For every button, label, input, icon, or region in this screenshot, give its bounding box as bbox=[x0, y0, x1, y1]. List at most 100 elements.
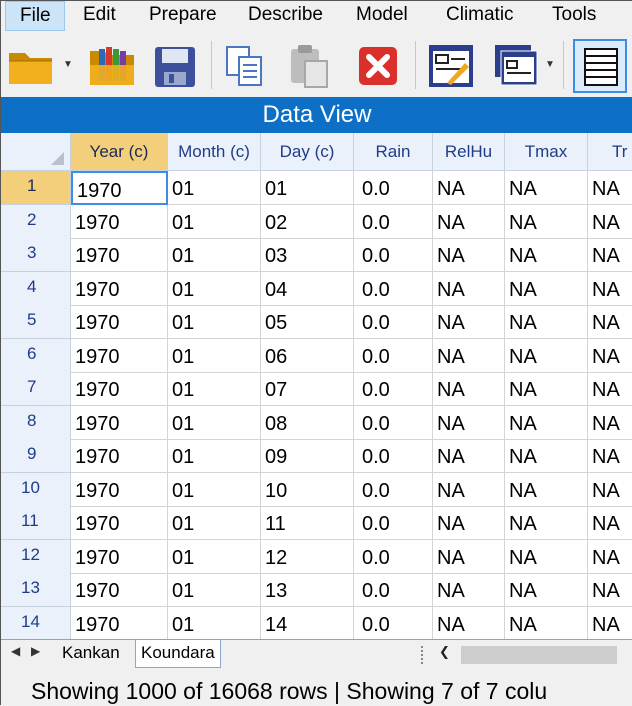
row-header[interactable]: 1 bbox=[1, 171, 71, 205]
table-cell[interactable]: 1970 bbox=[71, 338, 168, 373]
table-cell[interactable]: NA bbox=[588, 607, 632, 640]
table-cell[interactable]: 01 bbox=[168, 338, 261, 373]
row-header[interactable]: 8 bbox=[1, 405, 71, 440]
column-header-rain[interactable]: Rain bbox=[354, 133, 433, 171]
table-cell[interactable]: 01 bbox=[168, 506, 261, 540]
table-cell[interactable]: NA bbox=[433, 238, 505, 272]
table-cell[interactable]: 07 bbox=[261, 372, 354, 406]
save-button[interactable] bbox=[149, 39, 203, 93]
table-cell[interactable]: 02 bbox=[261, 204, 354, 239]
select-all-corner[interactable] bbox=[1, 133, 71, 171]
table-cell[interactable]: NA bbox=[505, 305, 588, 339]
table-cell[interactable]: NA bbox=[433, 372, 505, 406]
table-cell[interactable]: NA bbox=[433, 506, 505, 540]
table-cell[interactable]: NA bbox=[433, 271, 505, 306]
sheet-tab-koundara[interactable]: Koundara bbox=[135, 640, 221, 668]
row-header[interactable]: 6 bbox=[1, 338, 71, 373]
menu-climatic[interactable]: Climatic bbox=[446, 1, 514, 31]
table-cell[interactable]: 01 bbox=[168, 372, 261, 406]
table-cell[interactable]: 01 bbox=[168, 405, 261, 440]
column-header-relhu[interactable]: RelHu bbox=[433, 133, 505, 171]
table-cell[interactable]: 1970 bbox=[71, 472, 168, 507]
table-cell[interactable]: 01 bbox=[168, 573, 261, 607]
table-cell[interactable]: 1970 bbox=[71, 305, 168, 339]
table-cell[interactable]: NA bbox=[505, 171, 588, 205]
table-cell[interactable]: 0.0 bbox=[354, 405, 433, 440]
column-header-year[interactable]: Year (c) bbox=[71, 133, 168, 171]
table-cell[interactable]: NA bbox=[433, 405, 505, 440]
table-cell[interactable]: 1970 bbox=[71, 573, 168, 607]
table-cell[interactable]: NA bbox=[433, 204, 505, 239]
table-cell[interactable]: NA bbox=[433, 305, 505, 339]
table-cell[interactable]: 0.0 bbox=[354, 606, 433, 639]
column-header-tmax[interactable]: Tmax bbox=[505, 133, 588, 171]
table-cell[interactable]: NA bbox=[433, 171, 505, 205]
table-cell[interactable]: 09 bbox=[261, 439, 354, 473]
table-cell[interactable]: 01 bbox=[261, 171, 354, 205]
table-cell[interactable]: NA bbox=[433, 439, 505, 473]
table-cell[interactable]: NA bbox=[505, 539, 588, 574]
tab-scroll-right-icon[interactable]: ▶ bbox=[31, 644, 40, 658]
open-folder-button[interactable] bbox=[5, 39, 59, 93]
table-cell[interactable]: 0.0 bbox=[354, 472, 433, 507]
open-library-button[interactable] bbox=[87, 39, 141, 93]
row-header[interactable]: 4 bbox=[1, 271, 71, 306]
table-cell[interactable]: 1970 bbox=[71, 506, 168, 540]
table-cell[interactable]: 01 bbox=[168, 238, 261, 272]
table-cell[interactable]: 1970 bbox=[71, 238, 168, 272]
windows-layout-button[interactable] bbox=[493, 39, 547, 93]
table-cell[interactable]: 1970 bbox=[71, 372, 168, 406]
table-cell[interactable]: 05 bbox=[261, 305, 354, 339]
table-cell[interactable]: NA bbox=[433, 606, 505, 639]
open-dropdown-arrow-icon[interactable]: ▼ bbox=[63, 59, 73, 70]
menu-model[interactable]: Model bbox=[356, 1, 408, 31]
table-cell[interactable]: NA bbox=[433, 539, 505, 574]
table-cell[interactable]: NA bbox=[588, 473, 632, 507]
table-cell[interactable]: 1970 bbox=[71, 539, 168, 574]
row-header[interactable]: 2 bbox=[1, 204, 71, 239]
table-cell[interactable]: NA bbox=[588, 506, 632, 540]
table-cell[interactable]: 01 bbox=[168, 271, 261, 306]
menu-file[interactable]: File bbox=[5, 1, 65, 31]
menu-describe[interactable]: Describe bbox=[248, 1, 323, 31]
table-cell[interactable]: NA bbox=[505, 606, 588, 639]
table-cell[interactable]: NA bbox=[588, 238, 632, 272]
table-cell[interactable]: 01 bbox=[168, 539, 261, 574]
table-cell[interactable]: NA bbox=[588, 406, 632, 440]
menu-edit[interactable]: Edit bbox=[83, 1, 116, 31]
row-header[interactable]: 13 bbox=[1, 573, 71, 607]
table-cell[interactable]: NA bbox=[588, 372, 632, 406]
splitter-grip[interactable] bbox=[421, 646, 427, 664]
column-header-day[interactable]: Day (c) bbox=[261, 133, 354, 171]
table-cell[interactable]: NA bbox=[588, 305, 632, 339]
table-cell[interactable]: NA bbox=[505, 573, 588, 607]
menu-prepare[interactable]: Prepare bbox=[149, 1, 217, 31]
row-header[interactable]: 9 bbox=[1, 439, 71, 473]
table-cell[interactable]: NA bbox=[505, 405, 588, 440]
row-header[interactable]: 12 bbox=[1, 539, 71, 574]
table-cell[interactable]: NA bbox=[505, 338, 588, 373]
table-cell[interactable]: 01 bbox=[168, 204, 261, 239]
hscroll-left-arrow-icon[interactable]: ❮ bbox=[439, 644, 450, 660]
table-cell[interactable]: NA bbox=[505, 506, 588, 540]
table-cell[interactable]: 0.0 bbox=[354, 439, 433, 473]
table-cell[interactable]: NA bbox=[505, 372, 588, 406]
row-header[interactable]: 14 bbox=[1, 606, 71, 639]
paste-button[interactable] bbox=[283, 39, 337, 93]
table-cell[interactable]: 1970 bbox=[71, 171, 168, 205]
table-cell[interactable]: 0.0 bbox=[354, 238, 433, 272]
row-header[interactable]: 11 bbox=[1, 506, 71, 540]
table-cell[interactable]: NA bbox=[505, 439, 588, 473]
table-cell[interactable]: NA bbox=[588, 439, 632, 473]
table-cell[interactable]: 11 bbox=[261, 506, 354, 540]
table-cell[interactable]: 10 bbox=[261, 472, 354, 507]
table-cell[interactable]: 01 bbox=[168, 305, 261, 339]
table-cell[interactable]: 0.0 bbox=[354, 204, 433, 239]
sheet-tab-kankan[interactable]: Kankan bbox=[57, 640, 125, 668]
windows-dropdown-arrow-icon[interactable]: ▼ bbox=[545, 59, 555, 70]
table-cell[interactable]: NA bbox=[588, 272, 632, 306]
tab-scroll-left-icon[interactable]: ◀ bbox=[11, 644, 20, 658]
table-cell[interactable]: 0.0 bbox=[354, 338, 433, 373]
row-header[interactable]: 10 bbox=[1, 472, 71, 507]
table-cell[interactable]: 12 bbox=[261, 539, 354, 574]
